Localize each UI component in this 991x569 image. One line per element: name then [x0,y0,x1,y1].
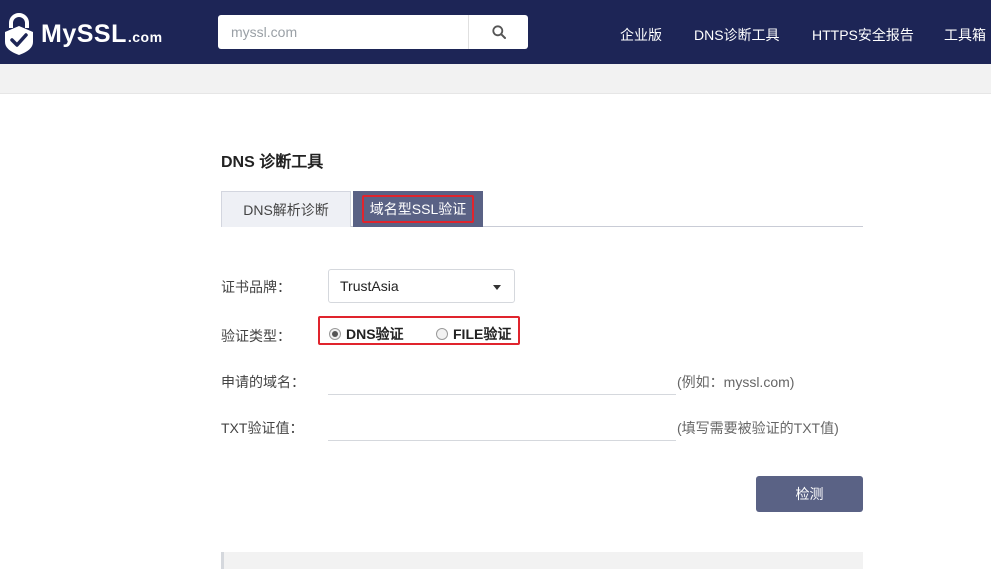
logo-name: MySSL [41,19,127,48]
chevron-down-icon [493,285,501,290]
verify-type-label: 验证类型： [221,328,291,344]
nav-enterprise[interactable]: 企业版 [620,25,662,45]
top-header: MySSL.com 企业版 DNS诊断工具 HTTPS安全报告 工具箱 [0,0,991,64]
brand-select[interactable]: TrustAsia [328,269,515,303]
tab-label-highlighted: 域名型SSL验证 [361,195,475,223]
tab-domain-ssl-verify[interactable]: 域名型SSL验证 [353,191,483,227]
tab-bar: DNS解析诊断 域名型SSL验证 [221,191,863,227]
nav-https-report[interactable]: HTTPS安全报告 [812,25,914,45]
domain-input[interactable] [328,367,676,395]
brand-label: 证书品牌： [221,279,291,295]
radio-file[interactable]: FILE验证 [436,324,511,344]
search-icon [491,25,506,39]
domain-hint: (例如：myssl.com) [677,374,795,390]
nav-dns-tool[interactable]: DNS诊断工具 [694,25,780,45]
search-input[interactable] [218,15,468,49]
domain-label: 申请的域名： [221,374,305,390]
radio-dns[interactable]: DNS验证 [329,324,404,344]
logo-suffix: .com [127,28,163,45]
check-button[interactable]: 检测 [756,476,863,512]
lock-logo-icon [5,13,33,55]
search-bar [218,15,528,49]
radio-dns-label: DNS验证 [346,326,404,342]
page-title: DNS 诊断工具 [221,154,324,171]
result-panel [221,552,863,569]
logo-text: MySSL .com [41,20,163,49]
sub-bar [0,64,991,94]
nav-toolbox[interactable]: 工具箱 [944,25,986,45]
radio-file-label: FILE验证 [453,326,512,342]
tab-label: DNS解析诊断 [243,201,329,218]
radio-selected-icon [329,328,341,340]
search-button[interactable] [468,15,528,49]
logo[interactable]: MySSL .com [0,12,163,56]
radio-unselected-icon [436,328,448,340]
brand-select-value: TrustAsia [340,278,399,294]
tab-dns-resolve[interactable]: DNS解析诊断 [221,191,351,227]
txt-label: TXT验证值： [221,420,304,436]
txt-hint: (填写需要被验证的TXT值) [677,420,839,436]
verify-type-radio-group: DNS验证 FILE验证 [318,316,520,345]
txt-input[interactable] [328,413,676,441]
